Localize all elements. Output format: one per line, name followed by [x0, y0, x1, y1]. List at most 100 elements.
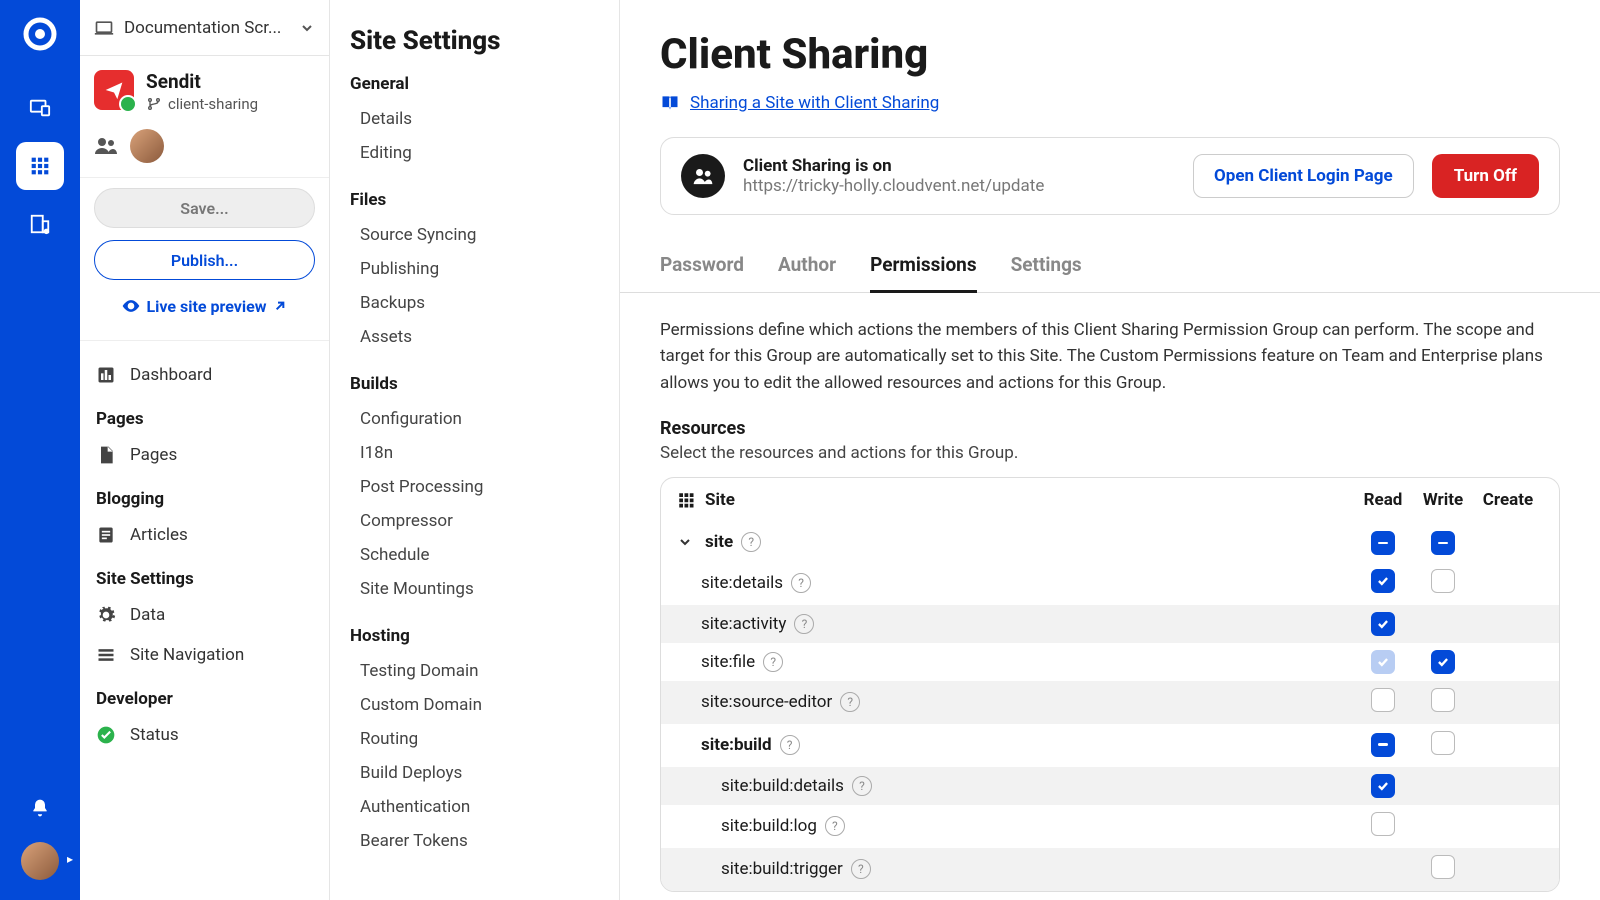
- permission-label: site:activity: [677, 614, 786, 634]
- settings-item[interactable]: Backups: [350, 286, 599, 320]
- help-icon[interactable]: ?: [794, 614, 814, 634]
- live-preview-link[interactable]: Live site preview: [94, 292, 315, 330]
- column-header: Create: [1473, 490, 1543, 510]
- project-selector[interactable]: Documentation Scr...: [80, 0, 329, 56]
- site-context: client-sharing: [168, 95, 258, 113]
- settings-item[interactable]: Publishing: [350, 252, 599, 286]
- laptop-icon: [94, 18, 114, 38]
- help-icon[interactable]: ?: [780, 735, 800, 755]
- settings-item[interactable]: Custom Domain: [350, 688, 599, 722]
- permission-label: site:build:log: [677, 816, 817, 836]
- settings-item[interactable]: I18n: [350, 436, 599, 470]
- checkbox[interactable]: [1371, 688, 1395, 712]
- settings-item[interactable]: Build Deploys: [350, 756, 599, 790]
- checkbox[interactable]: [1431, 531, 1455, 555]
- resources-heading: Resources: [660, 418, 1560, 439]
- checkbox[interactable]: [1431, 569, 1455, 593]
- external-icon: [272, 298, 288, 314]
- permissions-description: Permissions define which actions the mem…: [660, 317, 1560, 396]
- checkbox[interactable]: [1431, 731, 1455, 755]
- tab-permissions[interactable]: Permissions: [870, 243, 977, 292]
- save-button[interactable]: Save...: [94, 188, 315, 228]
- settings-item[interactable]: Routing: [350, 722, 599, 756]
- gear-icon: [96, 605, 118, 625]
- rail-apps[interactable]: [16, 142, 64, 190]
- tab-password[interactable]: Password: [660, 243, 744, 292]
- rail-org[interactable]: [16, 200, 64, 248]
- settings-group-head: Files: [350, 190, 599, 210]
- nav-dashboard[interactable]: Dashboard: [80, 355, 329, 395]
- help-icon[interactable]: ?: [851, 859, 871, 879]
- settings-item[interactable]: Schedule: [350, 538, 599, 572]
- checkbox[interactable]: [1371, 612, 1395, 636]
- checkbox[interactable]: [1371, 774, 1395, 798]
- nav-data[interactable]: Data: [80, 595, 329, 635]
- status-card: Client Sharing is on https://tricky-holl…: [660, 137, 1560, 215]
- settings-item[interactable]: Editing: [350, 136, 599, 170]
- checkbox[interactable]: [1431, 688, 1455, 712]
- rail-devices[interactable]: [16, 84, 64, 132]
- site-nav: Dashboard Pages Pages Blogging Articles …: [80, 340, 329, 769]
- settings-item[interactable]: Compressor: [350, 504, 599, 538]
- page-title: Client Sharing: [660, 30, 1560, 79]
- rail-notifications[interactable]: [16, 784, 64, 832]
- rail-avatar[interactable]: [21, 842, 59, 880]
- book-icon: [660, 93, 680, 113]
- checkbox[interactable]: [1371, 650, 1395, 674]
- settings-item[interactable]: Bearer Tokens: [350, 824, 599, 858]
- permission-label: site:build:details: [677, 776, 844, 796]
- permission-row: site:build:details?: [661, 767, 1559, 805]
- open-client-login-button[interactable]: Open Client Login Page: [1193, 154, 1414, 198]
- permission-row: site:activity?: [661, 605, 1559, 643]
- help-icon[interactable]: ?: [741, 532, 761, 552]
- team-icon: [94, 134, 118, 158]
- settings-item[interactable]: Assets: [350, 320, 599, 354]
- help-icon[interactable]: ?: [825, 816, 845, 836]
- checkbox[interactable]: [1371, 733, 1395, 757]
- permission-label: site: [701, 532, 733, 552]
- help-icon[interactable]: ?: [763, 652, 783, 672]
- settings-item[interactable]: Testing Domain: [350, 654, 599, 688]
- settings-item[interactable]: Post Processing: [350, 470, 599, 504]
- checkbox[interactable]: [1431, 855, 1455, 879]
- nav-site-navigation[interactable]: Site Navigation: [80, 635, 329, 675]
- column-header: Read: [1353, 490, 1413, 510]
- checkbox[interactable]: [1371, 531, 1395, 555]
- chevron-down-icon[interactable]: [677, 534, 693, 550]
- permission-label: site:build: [677, 735, 772, 755]
- main-content: Client Sharing Sharing a Site with Clien…: [620, 0, 1600, 900]
- nav-status[interactable]: Status: [80, 715, 329, 755]
- settings-item[interactable]: Configuration: [350, 402, 599, 436]
- doc-link[interactable]: Sharing a Site with Client Sharing: [690, 93, 939, 113]
- nav-pages[interactable]: Pages: [80, 435, 329, 475]
- turn-off-button[interactable]: Turn Off: [1432, 154, 1539, 198]
- help-icon[interactable]: ?: [840, 692, 860, 712]
- app-logo: [20, 14, 60, 54]
- project-name: Documentation Scr...: [124, 18, 289, 38]
- help-icon[interactable]: ?: [791, 573, 811, 593]
- article-icon: [96, 525, 118, 545]
- settings-panel: Site Settings GeneralDetailsEditingFiles…: [330, 0, 620, 900]
- settings-item[interactable]: Site Mountings: [350, 572, 599, 606]
- column-header: Write: [1413, 490, 1473, 510]
- publish-button[interactable]: Publish...: [94, 240, 315, 280]
- checkbox[interactable]: [1431, 650, 1455, 674]
- grid-icon: [677, 491, 695, 509]
- tab-settings[interactable]: Settings: [1011, 243, 1082, 292]
- permission-row: site:build:log?: [661, 805, 1559, 848]
- branch-icon: [146, 96, 162, 112]
- settings-item[interactable]: Source Syncing: [350, 218, 599, 252]
- settings-item[interactable]: Authentication: [350, 790, 599, 824]
- checkbox[interactable]: [1371, 812, 1395, 836]
- settings-item[interactable]: Details: [350, 102, 599, 136]
- permission-label: site:source-editor: [677, 692, 832, 712]
- nav-articles[interactable]: Articles: [80, 515, 329, 555]
- help-icon[interactable]: ?: [852, 776, 872, 796]
- site-members[interactable]: [80, 121, 329, 177]
- tab-author[interactable]: Author: [778, 243, 836, 292]
- permissions-table: Site ReadWriteCreate site?site:details?s…: [660, 477, 1560, 892]
- settings-group-head: Hosting: [350, 626, 599, 646]
- resources-subheading: Select the resources and actions for thi…: [660, 443, 1560, 463]
- list-icon: [96, 645, 118, 665]
- checkbox[interactable]: [1371, 569, 1395, 593]
